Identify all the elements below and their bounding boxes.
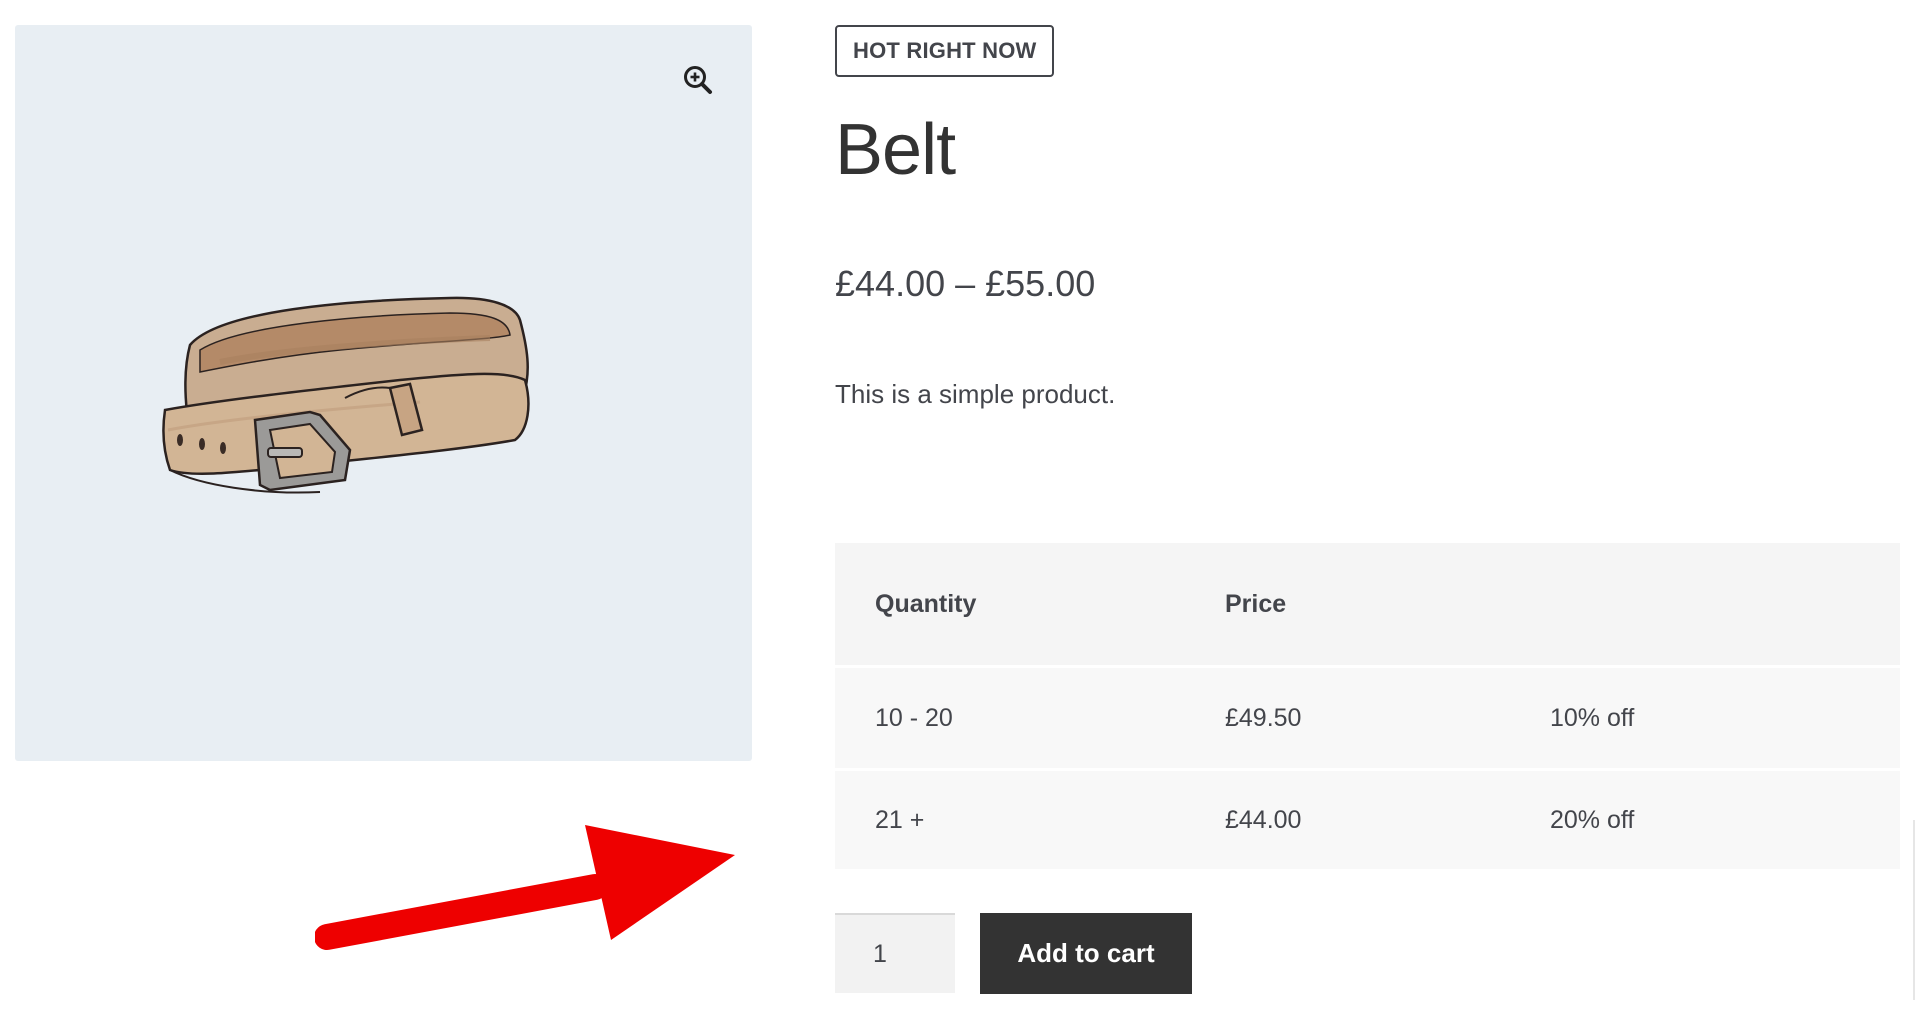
product-price-range: £44.00 – £55.00: [835, 263, 1096, 304]
quantity-input[interactable]: [835, 913, 955, 993]
tier-price: £44.00: [1225, 805, 1302, 834]
magnifier-plus-icon: [684, 66, 712, 94]
product-title: Belt: [835, 110, 956, 190]
table-row[interactable]: 10 - 20 £49.50 10% off: [835, 668, 1900, 768]
red-annotation-arrow: [315, 825, 735, 950]
tier-quantity: 10 - 20: [875, 703, 953, 732]
tier-discount: 20% off: [1550, 805, 1635, 834]
tier-quantity: 21 +: [875, 805, 925, 834]
tier-discount: 10% off: [1550, 703, 1635, 732]
header-price: Price: [1225, 589, 1287, 618]
table-header-row: Quantity Price: [835, 543, 1900, 665]
product-page: HOT RIGHT NOW Belt £44.00 – £55.00 This …: [0, 0, 1920, 1018]
belt-product-image: [162, 296, 530, 494]
add-to-cart-button[interactable]: Add to cart: [980, 913, 1192, 994]
product-short-description: This is a simple product.: [835, 379, 1116, 409]
tiered-pricing-table: Quantity Price 10 - 20 £49.50 10% off 21…: [835, 543, 1900, 869]
tier-price: £49.50: [1225, 703, 1302, 732]
header-quantity: Quantity: [875, 589, 977, 618]
page-edge-divider: [1913, 820, 1915, 1000]
zoom-button[interactable]: [678, 60, 718, 100]
table-row[interactable]: 21 + £44.00 20% off: [835, 771, 1900, 869]
hot-right-now-badge: HOT RIGHT NOW: [835, 25, 1055, 77]
product-gallery[interactable]: [15, 25, 752, 761]
